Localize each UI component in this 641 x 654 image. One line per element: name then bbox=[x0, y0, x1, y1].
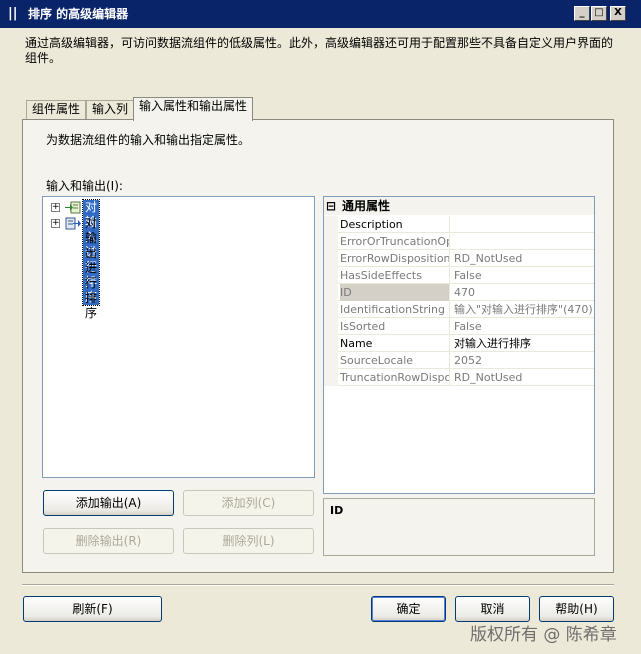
footer-separator bbox=[22, 584, 614, 586]
property-row-gutter bbox=[324, 284, 338, 301]
property-name: IdentificationString bbox=[340, 301, 450, 318]
expand-icon[interactable]: + bbox=[51, 203, 60, 212]
property-name: ErrorOrTruncationOpe bbox=[340, 233, 450, 250]
copyright-watermark: 版权所有 @ 陈希章 bbox=[470, 625, 617, 645]
property-grid[interactable]: ⊟ 通用属性 Description ErrorOrTruncationOpe Er… bbox=[323, 196, 595, 494]
ok-button[interactable]: 确定 bbox=[371, 596, 446, 622]
title-bar: || 排序 的高级编辑器 _ □ X bbox=[0, 0, 641, 28]
property-value[interactable]: 对输入进行排序 bbox=[452, 335, 594, 352]
window-title: 排序 的高级编辑器 bbox=[28, 7, 129, 21]
tab-input-columns[interactable]: 输入列 bbox=[86, 100, 135, 120]
property-row-gutter bbox=[324, 318, 338, 335]
expand-icon[interactable]: + bbox=[51, 219, 60, 228]
property-description: ID bbox=[323, 498, 595, 556]
property-row[interactable]: ID 470 bbox=[324, 284, 594, 301]
help-button[interactable]: 帮助(H) bbox=[539, 596, 614, 622]
property-row[interactable]: Description bbox=[324, 216, 594, 233]
property-row-gutter bbox=[324, 250, 338, 267]
property-row[interactable]: IdentificationString 输入"对输入进行排序"(470) bbox=[324, 301, 594, 318]
tree-label: 输入和输出(I): bbox=[46, 179, 123, 193]
remove-output-button[interactable]: 删除输出(R) bbox=[43, 528, 174, 554]
property-name: Description bbox=[340, 216, 450, 233]
property-row[interactable]: Name 对输入进行排序 bbox=[324, 335, 594, 352]
property-value[interactable]: RD_NotUsed bbox=[452, 369, 594, 386]
property-row[interactable]: ErrorRowDisposition RD_NotUsed bbox=[324, 250, 594, 267]
property-value[interactable]: 输入"对输入进行排序"(470) bbox=[452, 301, 594, 318]
property-row[interactable]: SourceLocale 2052 bbox=[324, 352, 594, 369]
inputs-outputs-tree[interactable]: + 对输入进行排序 + 对输出进行排序 bbox=[42, 196, 315, 478]
property-name: SourceLocale bbox=[340, 352, 450, 369]
output-icon bbox=[65, 217, 81, 230]
property-row-gutter bbox=[324, 352, 338, 369]
property-row-gutter bbox=[324, 301, 338, 318]
cancel-button[interactable]: 取消 bbox=[455, 596, 530, 622]
property-name: Name bbox=[340, 335, 450, 352]
property-value[interactable] bbox=[452, 233, 594, 250]
property-name: ID bbox=[340, 284, 450, 301]
property-value[interactable]: RD_NotUsed bbox=[452, 250, 594, 267]
property-row-gutter bbox=[324, 369, 338, 386]
property-name: ErrorRowDisposition bbox=[340, 250, 450, 267]
property-name: TruncationRowDisposit bbox=[340, 369, 450, 386]
property-row-gutter bbox=[324, 267, 338, 284]
input-icon bbox=[65, 201, 81, 214]
property-value[interactable] bbox=[452, 216, 594, 233]
property-row[interactable]: TruncationRowDispositRD_NotUsed bbox=[324, 369, 594, 386]
add-output-button[interactable]: 添加输出(A) bbox=[43, 490, 174, 516]
property-row[interactable]: HasSideEffects False bbox=[324, 267, 594, 284]
category-label: 通用属性 bbox=[342, 199, 391, 213]
tab-input-output-properties[interactable]: 输入属性和输出属性 bbox=[133, 97, 254, 121]
add-column-button[interactable]: 添加列(C) bbox=[183, 490, 314, 516]
collapse-icon[interactable]: ⊟ bbox=[326, 197, 336, 215]
close-button[interactable]: X bbox=[610, 6, 626, 21]
property-row-gutter bbox=[324, 216, 338, 233]
tree-item-label: 对输出进行排序 bbox=[85, 216, 98, 320]
refresh-button[interactable]: 刷新(F) bbox=[23, 596, 162, 622]
property-name: IsSorted bbox=[340, 318, 450, 335]
property-value[interactable]: 2052 bbox=[452, 352, 594, 369]
property-row[interactable]: ErrorOrTruncationOpe bbox=[324, 233, 594, 250]
tab-component-properties[interactable]: 组件属性 bbox=[26, 100, 87, 120]
minimize-button[interactable]: _ bbox=[574, 6, 590, 21]
property-value[interactable]: 470 bbox=[452, 284, 594, 301]
dialog-description: 通过高级编辑器，可访问数据流组件的低级属性。此外，高级编辑器还可用于配置那些不具… bbox=[25, 36, 614, 65]
window-grip: || bbox=[8, 6, 18, 21]
maximize-button[interactable]: □ bbox=[591, 6, 607, 21]
property-value[interactable]: False bbox=[452, 318, 594, 335]
property-name: HasSideEffects bbox=[340, 267, 450, 284]
property-value[interactable]: False bbox=[452, 267, 594, 284]
property-row-gutter bbox=[324, 233, 338, 250]
property-category[interactable]: ⊟ 通用属性 bbox=[324, 197, 594, 215]
panel-hint: 为数据流组件的输入和输出指定属性。 bbox=[46, 133, 251, 147]
property-row-gutter bbox=[324, 335, 338, 352]
remove-column-button[interactable]: 删除列(L) bbox=[183, 528, 314, 554]
property-row[interactable]: IsSorted False bbox=[324, 318, 594, 335]
